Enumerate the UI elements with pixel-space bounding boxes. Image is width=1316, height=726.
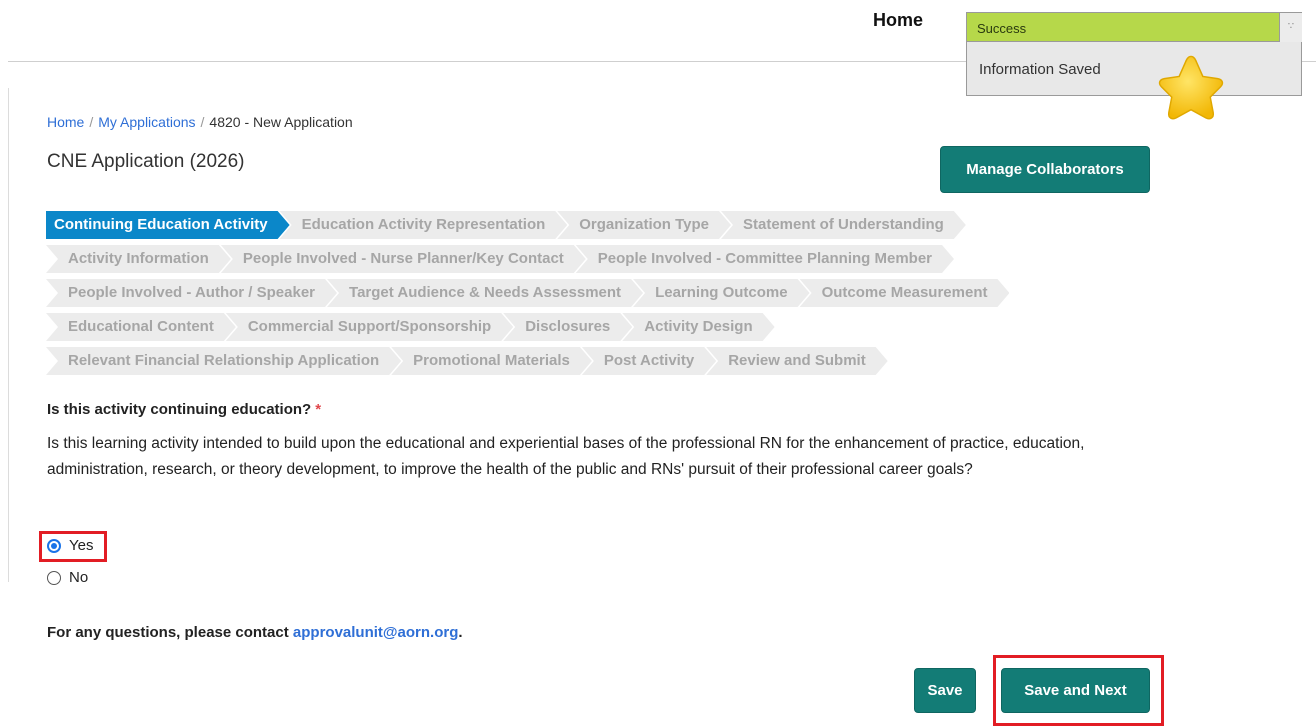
step-author-speaker[interactable]: People Involved - Author / Speaker [46, 279, 337, 307]
contact-prefix: For any questions, please contact [47, 624, 293, 641]
steps-row: Educational Content Commercial Support/S… [46, 310, 1106, 344]
step-outcome-measurement[interactable]: Outcome Measurement [800, 279, 1010, 307]
steps-row: Activity Information People Involved - N… [46, 242, 1106, 276]
step-commercial-support[interactable]: Commercial Support/Sponsorship [226, 313, 513, 341]
application-steps: Continuing Education Activity Education … [46, 208, 1106, 378]
success-toast: Success ∵ Information Saved [966, 12, 1302, 96]
question-text: Is this activity continuing education? [47, 401, 312, 418]
step-educational-content[interactable]: Educational Content [46, 313, 236, 341]
breadcrumb: Home / My Applications/4820 - New Applicat… [47, 114, 353, 130]
step-post-activity[interactable]: Post Activity [582, 347, 716, 375]
step-organization-type[interactable]: Organization Type [557, 211, 731, 239]
step-financial-relationship[interactable]: Relevant Financial Relationship Applicat… [46, 347, 401, 375]
steps-row: People Involved - Author / Speaker Targe… [46, 276, 1106, 310]
drag-handle-icon[interactable]: ∵ [1279, 13, 1302, 42]
contact-email-link[interactable]: approvalunit@aorn.org [293, 624, 458, 641]
step-promotional-materials[interactable]: Promotional Materials [391, 347, 592, 375]
star-icon [1158, 55, 1224, 120]
radio-no[interactable]: No [47, 569, 88, 586]
toast-message: Information Saved [979, 61, 1101, 78]
step-review-and-submit[interactable]: Review and Submit [706, 347, 888, 375]
breadcrumb-my-applications[interactable]: My Applications [98, 114, 195, 130]
breadcrumb-current: 4820 - New Application [209, 114, 353, 130]
radio-no-label: No [69, 569, 89, 586]
step-statement-of-understanding[interactable]: Statement of Understanding [721, 211, 966, 239]
step-education-activity-representation[interactable]: Education Activity Representation [280, 211, 568, 239]
question-label: Is this activity continuing education? * [47, 401, 321, 418]
step-target-audience[interactable]: Target Audience & Needs Assessment [327, 279, 643, 307]
toast-title: Success [967, 13, 1279, 42]
page-title: CNE Application (2026) [47, 151, 245, 172]
manage-collaborators-button[interactable]: Manage Collaborators [940, 146, 1150, 193]
step-activity-design[interactable]: Activity Design [622, 313, 774, 341]
step-nurse-planner[interactable]: People Involved - Nurse Planner/Key Cont… [221, 245, 586, 273]
highlight-box-yes [39, 531, 107, 562]
step-committee-planning-member[interactable]: People Involved - Committee Planning Mem… [576, 245, 954, 273]
step-activity-information[interactable]: Activity Information [46, 245, 231, 273]
breadcrumb-separator: / [89, 114, 94, 130]
home-nav-link[interactable]: Home [873, 10, 923, 31]
question-description: Is this learning activity intended to bu… [47, 435, 1085, 478]
breadcrumb-separator: / [200, 114, 205, 130]
step-learning-outcome[interactable]: Learning Outcome [633, 279, 810, 307]
required-marker: * [315, 401, 322, 418]
contact-line: For any questions, please contact approv… [47, 624, 463, 641]
radio-no-indicator[interactable] [47, 570, 61, 585]
step-disclosures[interactable]: Disclosures [503, 313, 632, 341]
step-continuing-education-activity[interactable]: Continuing Education Activity [46, 211, 290, 239]
highlight-box-save-next [993, 655, 1164, 726]
breadcrumb-home[interactable]: Home [47, 114, 84, 130]
contact-suffix: . [458, 624, 463, 641]
content-left-border [8, 88, 9, 582]
steps-row: Continuing Education Activity Education … [46, 208, 1106, 242]
steps-row: Relevant Financial Relationship Applicat… [46, 344, 1106, 378]
save-button[interactable]: Save [914, 668, 976, 713]
